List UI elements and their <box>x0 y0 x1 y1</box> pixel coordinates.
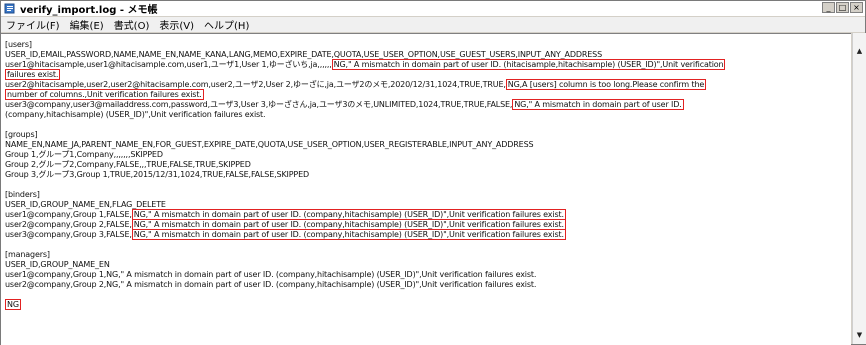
binders-row-2-data: user2@company,Group 2,FALSE, <box>5 220 132 229</box>
menu-bar: ファイル(F) 編集(E) 書式(O) 表示(V) ヘルプ(H) <box>1 17 865 32</box>
groups-row-1: Group 1,グループ1,Company,,,,,,,SKIPPED <box>5 150 163 159</box>
managers-row-1: user1@company,Group 1,NG," A mismatch in… <box>5 270 537 279</box>
groups-row-2: Group 2,グループ2,Company,FALSE,,,TRUE,FALSE… <box>5 160 251 169</box>
users-row-2-error: NG,A [users] column is too long.Please c… <box>505 79 707 90</box>
binders-row-3-error: NG," A mismatch in domain part of user I… <box>131 229 566 240</box>
log-content: [users] USER_ID,EMAIL,PASSWORD,NAME,NAME… <box>5 40 851 310</box>
groups-row-3: Group 3,グループ3,Group 1,TRUE,2015/12/31,10… <box>5 170 310 179</box>
window-title: verify_import.log - メモ帳 <box>20 5 158 16</box>
managers-columns: USER_ID,GROUP_NAME_EN <box>5 260 110 269</box>
users-row-1-error: NG," A mismatch in domain part of user I… <box>331 59 726 70</box>
users-row-3-error: NG," A mismatch in domain part of user I… <box>512 99 684 110</box>
text-editor[interactable]: [users] USER_ID,EMAIL,PASSWORD,NAME,NAME… <box>1 33 851 345</box>
users-row-2-data: user2@hitacisample,user2,user2@hitacisam… <box>5 80 506 89</box>
maximize-button[interactable]: □ <box>836 2 849 13</box>
users-row-3: user3@company,user3@mailaddress.com,pass… <box>5 99 851 110</box>
menu-view[interactable]: 表示(V) <box>154 17 199 32</box>
up-arrow-icon[interactable]: ▲ <box>853 45 866 58</box>
down-arrow-icon[interactable]: ▼ <box>853 329 866 342</box>
groups-columns: NAME_EN,NAME_JA,PARENT_NAME_EN,FOR_GUEST… <box>5 140 534 149</box>
users-row-1-data: user1@hitacisample,user1@hitacisample.co… <box>5 60 332 69</box>
section-header-users: [users] <box>5 40 32 49</box>
section-header-binders: [binders] <box>5 190 40 199</box>
menu-format[interactable]: 書式(O) <box>109 17 155 32</box>
binders-row-1-data: user1@company,Group 1,FALSE, <box>5 210 132 219</box>
section-header-groups: [groups] <box>5 130 38 139</box>
users-row-2-cont: number of columns.,Unit verification fai… <box>5 89 851 100</box>
users-row-2-error-cont: number of columns.,Unit verification fai… <box>5 89 204 100</box>
title-bar[interactable]: verify_import.log - メモ帳 _ □ × <box>1 1 865 16</box>
users-row-1-cont: failures exist. <box>5 69 851 80</box>
users-row-3-cont: (company,hitachisample) (USER_ID)",Unit … <box>5 110 266 119</box>
menu-file[interactable]: ファイル(F) <box>1 17 65 32</box>
managers-row-2: user2@company,Group 2,NG," A mismatch in… <box>5 280 537 289</box>
binders-row-3: user3@company,Group 3,FALSE, NG," A misma… <box>5 229 851 240</box>
binders-row-3-data: user3@company,Group 3,FALSE, <box>5 230 132 239</box>
minimize-button[interactable]: _ <box>822 2 835 13</box>
close-button[interactable]: × <box>850 2 863 13</box>
users-row-1-error-cont: failures exist. <box>5 69 61 80</box>
menu-help[interactable]: ヘルプ(H) <box>199 17 254 32</box>
users-row-3-data: user3@company,user3@mailaddress.com,pass… <box>5 100 513 109</box>
notepad-icon <box>4 3 15 14</box>
users-row-1: user1@hitacisample,user1@hitacisample.co… <box>5 59 851 70</box>
menu-edit[interactable]: 編集(E) <box>65 17 109 32</box>
section-header-managers: [managers] <box>5 250 50 259</box>
vertical-scrollbar[interactable]: ▲ ▼ <box>852 33 866 344</box>
caption-buttons: _ □ × <box>822 2 863 13</box>
result-line: NG <box>5 299 851 310</box>
result-status: NG <box>5 299 21 310</box>
notepad-window: verify_import.log - メモ帳 _ □ × ファイル(F) 編集… <box>0 0 866 345</box>
